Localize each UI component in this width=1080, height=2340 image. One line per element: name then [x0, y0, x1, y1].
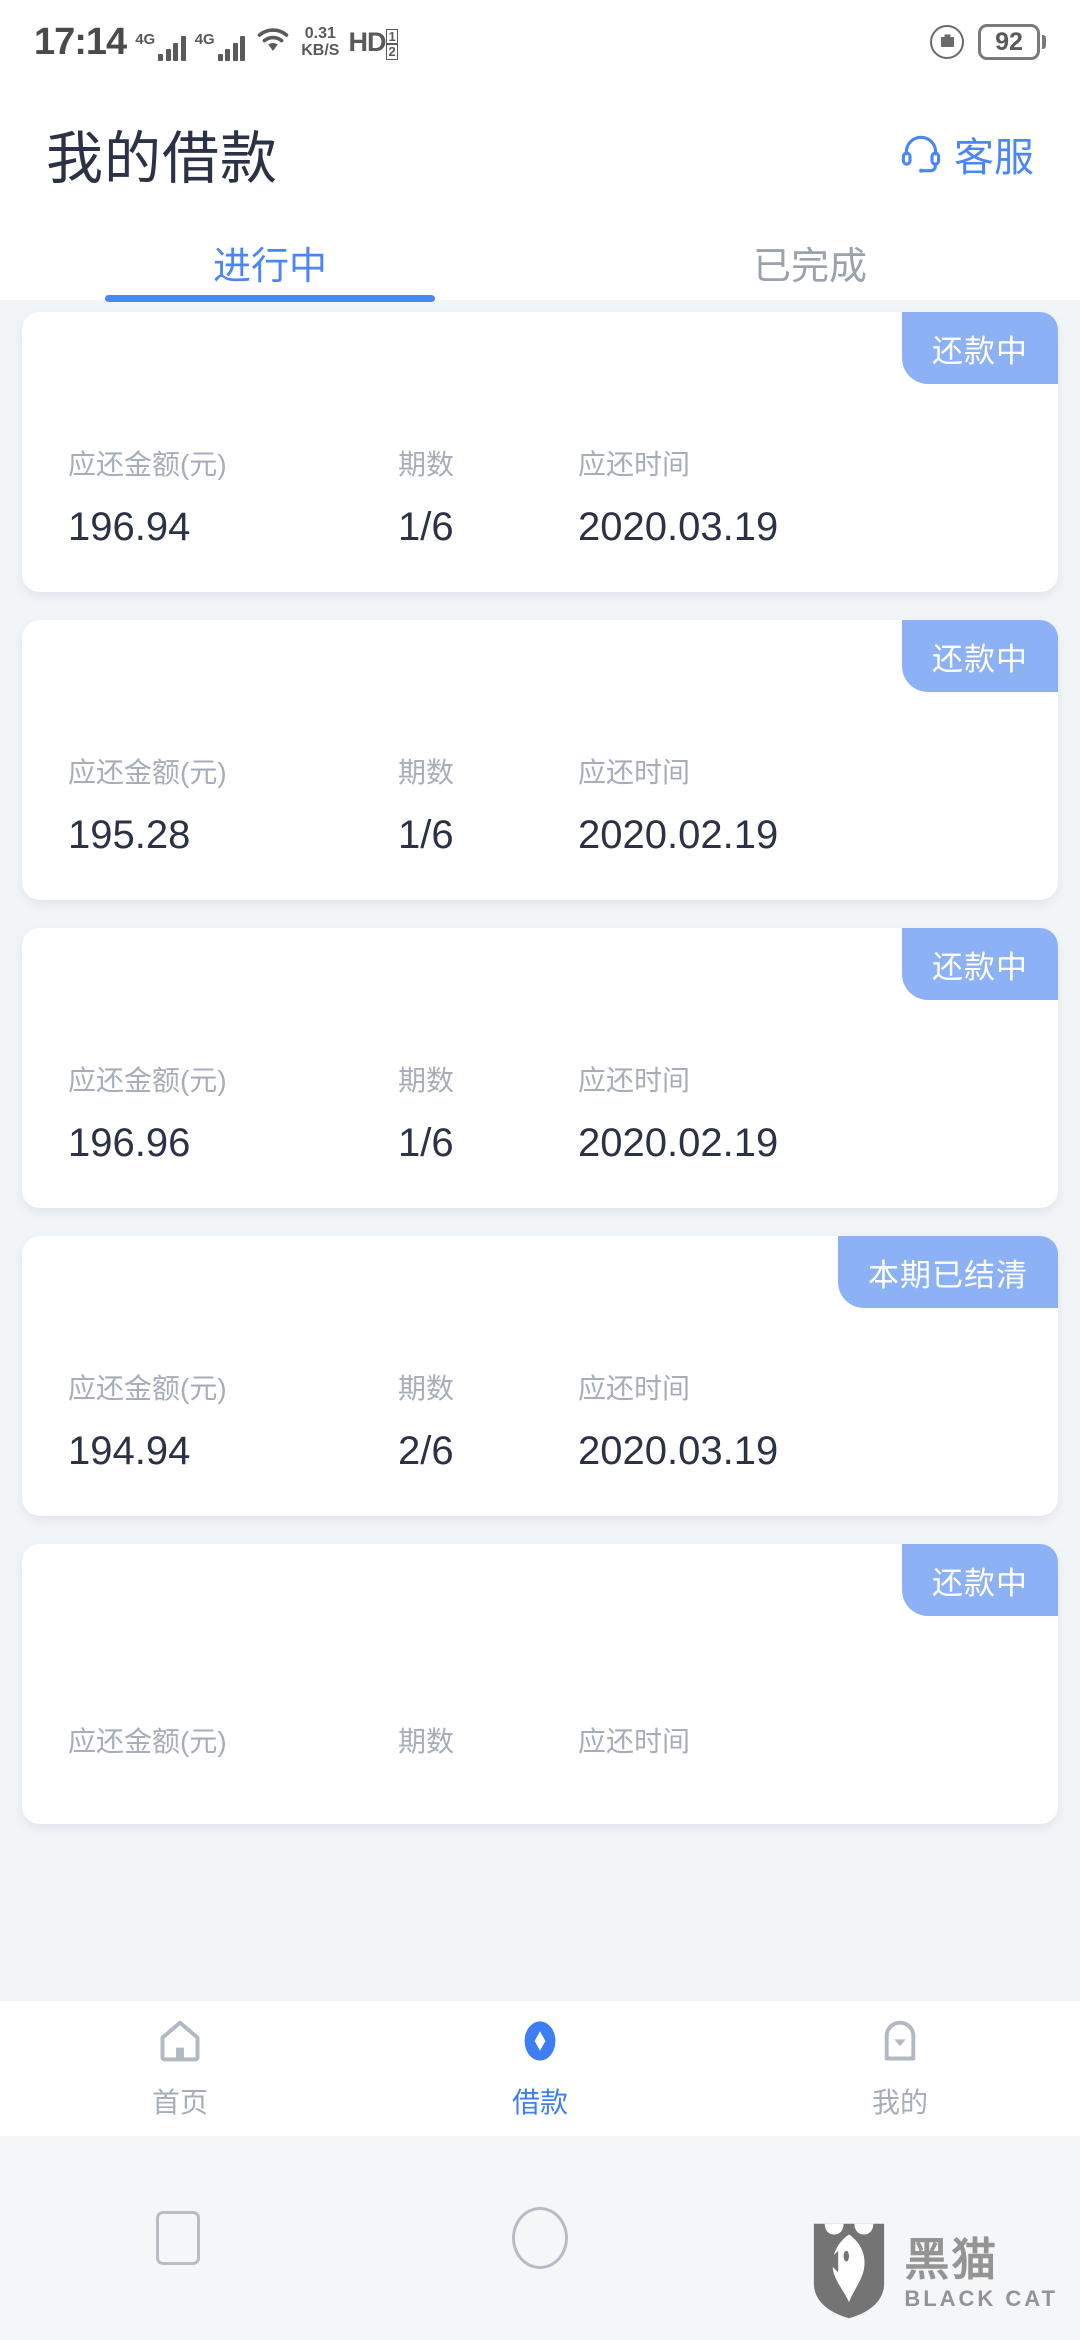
- black-cat-logo-icon: [808, 2221, 890, 2326]
- loan-card-body: 应还金额(元) 期数 应还时间 194.94 2/6 2020.03.19: [22, 1367, 1058, 1516]
- app-header: 我的借款 客服: [0, 84, 1080, 224]
- due-date-label: 应还时间: [578, 1065, 691, 1096]
- status-badge: 还款中: [902, 620, 1058, 692]
- tab-bar: 进行中 已完成: [0, 224, 1080, 300]
- data-rate-value: 0.31: [304, 25, 336, 43]
- tab-completed[interactable]: 已完成: [540, 224, 1080, 300]
- signal-bars-icon-1: [158, 35, 186, 61]
- headset-icon: [899, 130, 943, 179]
- status-badge: 还款中: [902, 928, 1058, 1000]
- page-title: 我的借款: [46, 127, 278, 191]
- wifi-icon: [254, 24, 292, 59]
- amount-value: 195.28: [68, 813, 191, 857]
- loan-list[interactable]: 还款中 应还金额(元) 期数 应还时间 196.94 1/6 2020.03.1…: [0, 304, 1080, 2050]
- bottom-nav-label-loan: 借款: [511, 2087, 568, 2118]
- status-badge: 还款中: [902, 1544, 1058, 1616]
- hd-sim-1: 1: [386, 28, 398, 45]
- home-button-icon[interactable]: [512, 2207, 568, 2269]
- period-label: 期数: [398, 757, 455, 788]
- watermark: 黑猫 BLACK CAT: [808, 2221, 1058, 2326]
- status-bar-right: 92: [930, 24, 1046, 60]
- bottom-nav-label-home: 首页: [151, 2087, 208, 2118]
- bottom-nav-label-mine: 我的: [871, 2087, 928, 2118]
- bottom-nav-item-home[interactable]: 首页: [0, 2016, 360, 2121]
- home-icon: [155, 2016, 205, 2071]
- due-date-value: 2020.02.19: [578, 813, 779, 857]
- status-bar-left: 17:14 4G 4G 0.31 KB/S HD 1 2: [34, 23, 398, 61]
- hd-label: HD: [348, 26, 386, 57]
- period-value: 1/6: [398, 1121, 454, 1165]
- tab-in-progress[interactable]: 进行中: [0, 224, 540, 300]
- data-rate-indicator: 0.31 KB/S: [301, 26, 339, 60]
- status-clock: 17:14: [34, 21, 127, 63]
- amount-value: 196.94: [68, 505, 191, 549]
- due-date-value: 2020.03.19: [578, 1429, 779, 1473]
- network-type-label-1: 4G: [135, 31, 156, 48]
- network-type-label-2: 4G: [194, 31, 215, 48]
- period-label: 期数: [398, 1726, 455, 1757]
- battery-indicator: 92: [978, 24, 1046, 60]
- watermark-text-cn: 黑猫: [904, 2234, 999, 2285]
- due-date-value: 2020.02.19: [578, 1121, 779, 1165]
- recents-button-icon[interactable]: [156, 2211, 200, 2265]
- battery-level: 92: [995, 27, 1023, 56]
- hd-sim-2: 2: [386, 44, 398, 60]
- amount-label: 应还金额(元): [68, 1373, 227, 1404]
- amount-label: 应还金额(元): [68, 1065, 227, 1096]
- table-row[interactable]: 还款中 应还金额(元) 期数 应还时间 195.28 1/6 2020.02.1…: [22, 620, 1058, 900]
- battery-cap-icon: [1042, 35, 1046, 49]
- table-row[interactable]: 还款中 应还金额(元) 期数 应还时间: [22, 1544, 1058, 1824]
- user-icon: [875, 2016, 925, 2071]
- amount-label: 应还金额(元): [68, 449, 227, 480]
- amount-label: 应还金额(元): [68, 1726, 227, 1757]
- hd-volte-icon: HD 1 2: [348, 26, 398, 60]
- status-badge: 本期已结清: [838, 1236, 1058, 1308]
- period-value: 2/6: [398, 1429, 454, 1473]
- watermark-text-en: BLACK CAT: [904, 2286, 1058, 2311]
- customer-service-button[interactable]: 客服: [899, 125, 1034, 183]
- signal-indicator-2: 4G: [195, 32, 246, 61]
- table-row[interactable]: 还款中 应还金额(元) 期数 应还时间 196.94 1/6 2020.03.1…: [22, 312, 1058, 592]
- due-date-label: 应还时间: [578, 449, 691, 480]
- table-row[interactable]: 还款中 应还金额(元) 期数 应还时间 196.96 1/6 2020.02.1…: [22, 928, 1058, 1208]
- signal-indicator-1: 4G: [135, 32, 186, 61]
- period-label: 期数: [398, 1373, 455, 1404]
- bottom-nav-item-mine[interactable]: 我的: [720, 2016, 1080, 2121]
- signal-bars-icon-2: [217, 35, 246, 61]
- status-bar: 17:14 4G 4G 0.31 KB/S HD 1 2 92: [0, 0, 1080, 84]
- data-rate-unit: KB/S: [301, 42, 340, 60]
- loan-card-body: 应还金额(元) 期数 应还时间 195.28 1/6 2020.02.19: [22, 751, 1058, 900]
- due-date-label: 应还时间: [578, 757, 691, 788]
- due-date-value: 2020.03.19: [578, 505, 779, 549]
- status-badge: 还款中: [902, 312, 1058, 384]
- amount-value: 194.94: [68, 1429, 191, 1473]
- period-label: 期数: [398, 1065, 455, 1096]
- table-row[interactable]: 本期已结清 应还金额(元) 期数 应还时间 194.94 2/6 2020.03…: [22, 1236, 1058, 1516]
- loan-card-body: 应还金额(元) 期数 应还时间 196.96 1/6 2020.02.19: [22, 1059, 1058, 1208]
- amount-label: 应还金额(元): [68, 757, 227, 788]
- phone-screen: 17:14 4G 4G 0.31 KB/S HD 1 2 92 我的借款 客服 …: [0, 0, 1080, 2340]
- lock-icon: [930, 25, 964, 59]
- customer-service-label: 客服: [954, 136, 1034, 180]
- due-date-label: 应还时间: [578, 1726, 691, 1757]
- due-date-label: 应还时间: [578, 1373, 691, 1404]
- bottom-navigation: 首页 借款 我的: [0, 2000, 1080, 2136]
- loan-icon: [515, 2016, 565, 2071]
- loan-card-body: 应还金额(元) 期数 应还时间: [22, 1720, 1058, 1824]
- period-label: 期数: [398, 449, 455, 480]
- period-value: 1/6: [398, 505, 454, 549]
- amount-value: 196.96: [68, 1121, 191, 1165]
- bottom-nav-item-loan[interactable]: 借款: [360, 2016, 720, 2121]
- period-value: 1/6: [398, 813, 454, 857]
- loan-card-body: 应还金额(元) 期数 应还时间 196.94 1/6 2020.03.19: [22, 443, 1058, 592]
